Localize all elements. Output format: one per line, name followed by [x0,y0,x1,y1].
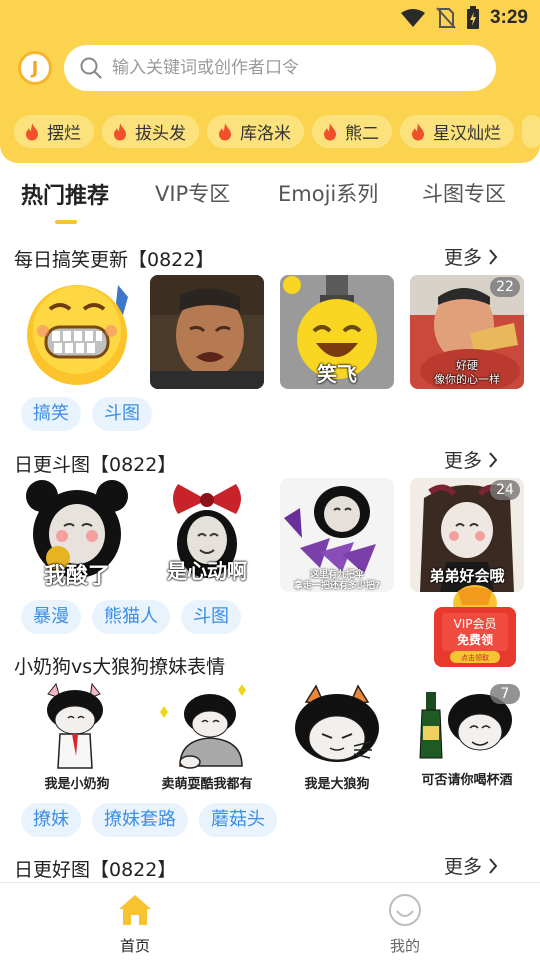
hot-tag-partial[interactable] [522,115,540,148]
app-logo[interactable]: J [18,51,52,85]
tag-chip[interactable]: 撩妹套路 [92,803,188,837]
tab-vip[interactable]: VIP专区 [155,178,230,208]
hot-tag[interactable]: 拔头发 [102,115,199,148]
nav-label: 我的 [389,937,420,955]
sticker-thumb[interactable]: 是心动啊 [150,478,264,592]
sticker-thumb[interactable] [20,275,134,389]
hot-tag-label: 库洛米 [240,124,291,144]
sticker-caption: 我酸了 [43,564,110,589]
status-bar: 3:29 [0,0,540,36]
sticker-thumb[interactable]: 7 可否请你喝杯酒 [410,682,524,796]
sticker-caption: 卖萌耍酷我都有 [161,777,253,792]
sticker-thumb[interactable]: 22 好硬 像你的心一样 [410,275,524,389]
tag-chip[interactable]: 撩妹 [21,803,81,837]
sticker-thumb[interactable]: 我是小奶狗 [20,682,134,796]
bottom-nav: 首页 我的 [0,882,540,960]
section-title: 小奶狗vs大狼狗撩妹表情 [14,656,226,678]
fire-icon [412,122,424,140]
sticker-row: 笑飞 22 好硬 像你的心一样 [20,275,524,389]
category-tabs: 热门推荐 VIP专区 Emoji系列 斗图专区 [0,178,540,228]
tab-emoji[interactable]: Emoji系列 [278,178,378,208]
sticker-caption: 笑飞 [317,362,357,386]
sticker-row: 我酸了 是心动啊 这里有九把伞 拿走一把还有多少把? 24 弟弟好会哦 [20,478,524,592]
nav-item-profile[interactable]: 我的 [365,893,445,956]
no-sim-icon [436,7,456,29]
tag-chip[interactable]: 暴漫 [21,600,81,634]
sticker-row: 我是小奶狗 卖萌耍酷我都有 我是大狼狗 7 可否请你喝杯酒 [20,682,524,796]
vip-promo-subtitle: 免费领 [456,633,493,647]
vip-promo-float[interactable]: VIP会员 免费领 点击领取 [430,583,520,671]
nav-label: 首页 [119,937,150,955]
sticker-thumb[interactable]: 卖萌耍酷我都有 [150,682,264,796]
more-button[interactable]: 更多 [444,852,498,879]
tab-hot[interactable]: 热门推荐 [21,178,109,210]
sticker-thumb[interactable]: 我是大狼狗 [280,682,394,796]
tag-chip[interactable]: 斗图 [181,600,241,634]
app-logo-text: J [31,57,39,79]
section-title: 日更斗图【0822】 [14,454,177,476]
section-title: 日更好图【0822】 [14,859,177,881]
tag-chips: 暴漫 熊猫人 斗图 [21,600,241,634]
wifi-icon [400,9,425,27]
sticker-caption: 我是大狼狗 [304,777,370,792]
hot-tag[interactable]: 库洛米 [207,115,304,148]
more-button[interactable]: 更多 [444,446,498,473]
fire-icon [114,122,126,140]
header: 3:29 J 摆烂 拔头发 库洛米 熊二 星汉灿烂 [0,0,540,163]
home-icon [119,895,151,925]
hot-tag[interactable]: 熊二 [312,115,392,148]
sticker-count-badge: 24 [490,480,520,500]
sticker-caption-line2: 像你的心一样 [434,373,500,386]
hot-tag-label: 拔头发 [135,124,186,144]
sticker-caption: 可否请你喝杯酒 [421,773,513,788]
sticker-count-badge: 7 [490,684,520,704]
search-bar[interactable] [64,45,496,91]
hot-tag-label: 摆烂 [47,124,81,144]
crying-old-man-photo [150,275,264,389]
tab-doutu[interactable]: 斗图专区 [422,178,506,208]
vip-promo-title: VIP会员 [453,617,497,631]
sticker-caption: 是心动啊 [167,559,247,583]
more-label: 更多 [444,450,483,472]
sticker-thumb[interactable]: 24 弟弟好会哦 [410,478,524,592]
search-icon [80,57,102,79]
tag-chips: 撩妹 撩妹套路 蘑菇头 [21,803,277,837]
profile-icon [389,894,421,926]
hot-tag[interactable]: 摆烂 [14,115,94,148]
hot-tags-row: 摆烂 拔头发 库洛米 熊二 星汉灿烂 [14,115,540,148]
sticker-thumb[interactable] [150,275,264,389]
more-button[interactable]: 更多 [444,243,498,270]
search-input[interactable] [112,58,472,78]
battery-charging-icon [466,6,479,29]
vip-promo-cta: 点击领取 [461,654,489,662]
nav-item-home[interactable]: 首页 [95,893,175,956]
sticker-caption: 我是小奶狗 [44,777,110,792]
hot-tag[interactable]: 星汉灿烂 [400,115,514,148]
chevron-right-icon [489,451,498,468]
sticker-thumb[interactable]: 笑飞 [280,275,394,389]
hot-tag-label: 熊二 [345,124,379,144]
chevron-right-icon [489,857,498,874]
sticker-thumb[interactable]: 这里有九把伞 拿走一把还有多少把? [280,478,394,592]
tag-chip[interactable]: 搞笑 [21,397,81,431]
grimace-emoji-sticker [20,275,134,389]
chevron-right-icon [489,248,498,265]
tag-chip[interactable]: 熊猫人 [92,600,170,634]
tag-chips: 搞笑 斗图 [21,397,152,431]
status-time: 3:29 [489,7,528,28]
section-title: 每日搞笑更新【0822】 [14,249,215,271]
fire-icon [219,122,231,140]
fire-icon [26,122,38,140]
sticker-thumb[interactable]: 我酸了 [20,478,134,592]
hot-tag-label: 星汉灿烂 [433,124,501,144]
sticker-count-badge: 22 [490,277,520,297]
tag-chip[interactable]: 斗图 [92,397,152,431]
tab-indicator [55,220,77,224]
more-label: 更多 [444,856,483,878]
tag-chip[interactable]: 蘑菇头 [199,803,277,837]
more-label: 更多 [444,247,483,269]
fire-icon [324,122,336,140]
sticker-caption-line2: 拿走一把还有多少把? [293,581,381,591]
